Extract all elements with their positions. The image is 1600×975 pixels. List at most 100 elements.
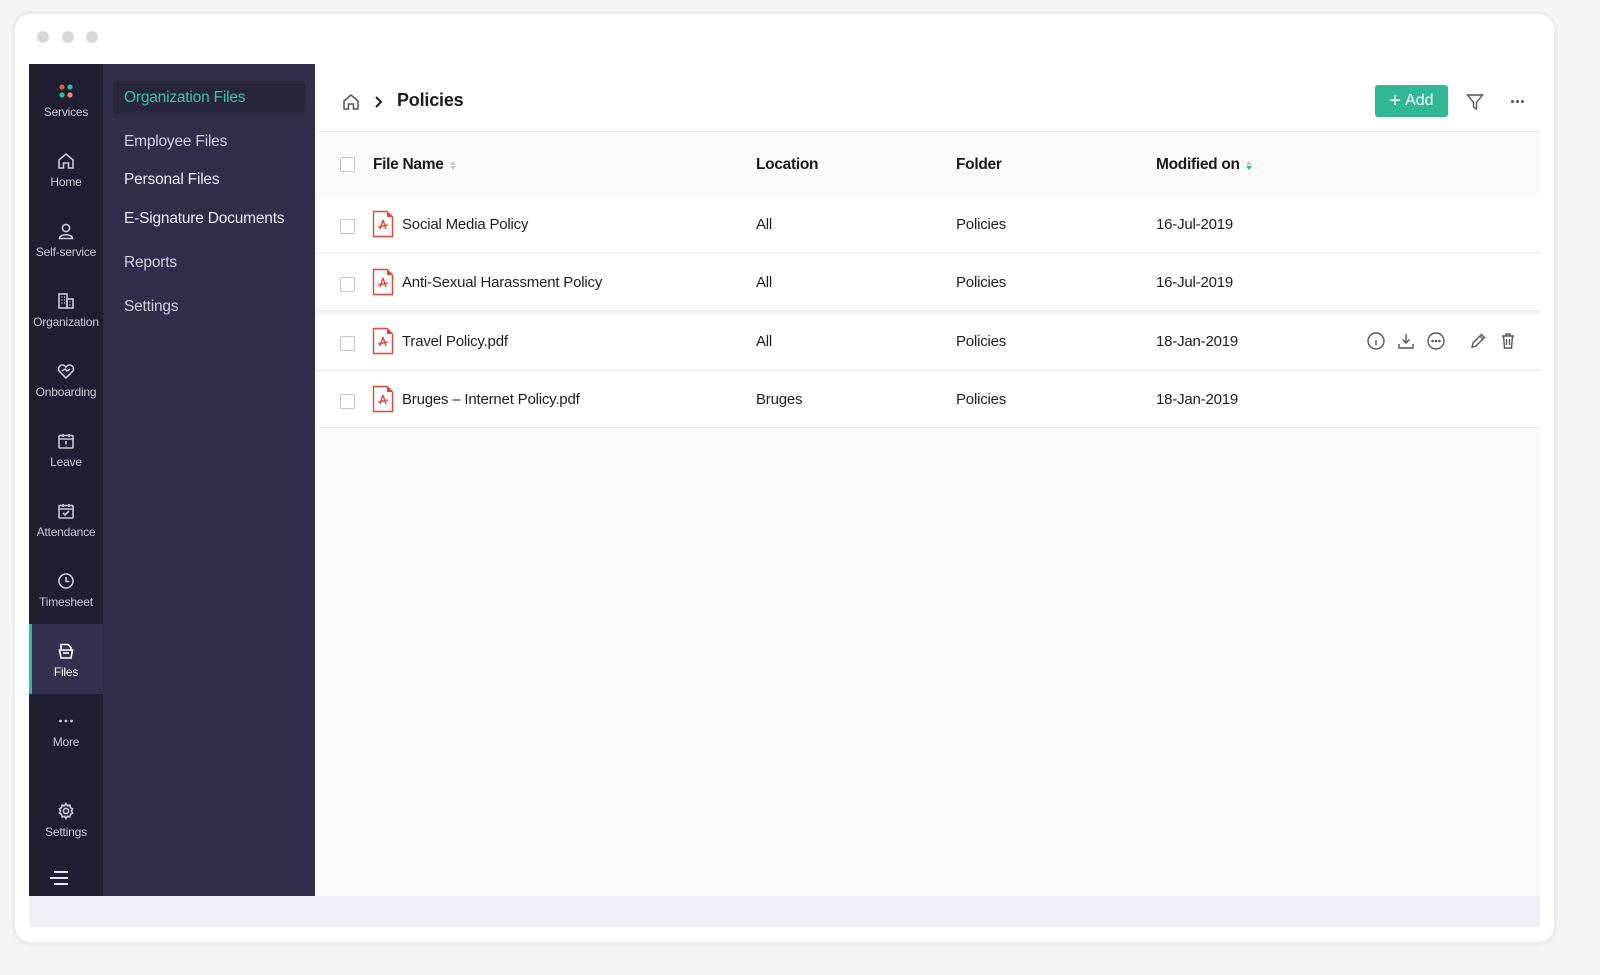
row-checkbox[interactable] — [340, 219, 355, 234]
submenu-item-employee-files[interactable]: Employee Files — [113, 125, 305, 158]
app: Services Home Self-service Organization … — [29, 64, 1540, 927]
handshake-icon — [55, 360, 77, 382]
download-icon[interactable] — [1395, 330, 1417, 352]
rail-label: Files — [53, 664, 79, 679]
rail-item-self-service[interactable]: Self-service — [29, 204, 103, 274]
submenu-item-e-signature-documents[interactable]: E-Signature Documents — [113, 202, 305, 235]
rail-label: Timesheet — [39, 594, 93, 609]
files-submenu: Organization Files Employee Files Person… — [103, 64, 315, 896]
file-name-link[interactable]: Anti-Sexual Harassment Policy — [402, 274, 602, 291]
column-header-folder: Folder — [956, 156, 1002, 174]
submenu-item-personal-files[interactable]: Personal Files — [113, 163, 305, 196]
plus-icon: + — [1389, 90, 1402, 112]
folder-cell: Policies — [956, 274, 1007, 291]
more-dots-icon — [55, 710, 77, 732]
location-cell: All — [756, 333, 773, 350]
row-actions — [1365, 330, 1519, 352]
folder-cell: Policies — [956, 333, 1007, 350]
table-row[interactable]: Anti-Sexual Harassment Policy All Polici… — [315, 255, 1540, 311]
rail-label: Onboarding — [35, 384, 97, 399]
calendar-alert-icon — [55, 430, 77, 452]
add-button-label: Add — [1405, 92, 1434, 109]
folder-cell: Policies — [956, 391, 1007, 408]
info-icon[interactable] — [1365, 330, 1387, 352]
rail-item-leave[interactable]: Leave — [29, 414, 103, 484]
icon-rail: Services Home Self-service Organization … — [29, 64, 103, 896]
table-header: File Name Location Folder Modified on — [315, 132, 1540, 196]
filter-icon[interactable] — [1465, 92, 1485, 112]
sort-icon[interactable] — [1245, 160, 1252, 170]
column-header-modified-on[interactable]: Modified on — [1156, 156, 1252, 174]
column-label: File Name — [373, 156, 444, 173]
window-close-button[interactable] — [37, 31, 49, 43]
location-cell: All — [756, 216, 773, 233]
column-header-file-name[interactable]: File Name — [373, 156, 456, 174]
more-options-icon[interactable] — [1507, 91, 1527, 111]
pdf-file-icon — [372, 210, 394, 238]
services-dots-icon — [55, 80, 77, 102]
home-icon — [55, 150, 77, 172]
file-name-link[interactable]: Travel Policy.pdf — [402, 333, 508, 350]
rail-label: Services — [43, 104, 89, 119]
rail-label: Home — [50, 174, 82, 189]
files-icon — [55, 640, 77, 662]
modified-cell: 16-Jul-2019 — [1156, 216, 1234, 233]
file-name-link[interactable]: Bruges – Internet Policy.pdf — [402, 391, 580, 408]
rail-item-services[interactable]: Services — [29, 64, 103, 134]
table-row[interactable]: Bruges – Internet Policy.pdf Bruges Poli… — [315, 372, 1540, 428]
pdf-file-icon — [372, 268, 394, 296]
hamburger-icon[interactable] — [48, 870, 72, 886]
sort-icon[interactable] — [449, 160, 456, 170]
location-cell: All — [756, 274, 773, 291]
rail-item-home[interactable]: Home — [29, 134, 103, 204]
rail-item-settings[interactable]: Settings — [29, 784, 103, 854]
rail-label: Settings — [45, 824, 87, 839]
building-icon — [55, 290, 77, 312]
main-content: Policies + Add File Name Location Folder — [315, 64, 1540, 896]
rail-label: Attendance — [36, 524, 96, 539]
row-checkbox[interactable] — [340, 277, 355, 292]
file-name-link[interactable]: Social Media Policy — [402, 216, 528, 233]
submenu-item-organization-files[interactable]: Organization Files — [113, 81, 305, 114]
rail-item-attendance[interactable]: Attendance — [29, 484, 103, 554]
rail-label: Self-service — [35, 244, 97, 259]
folder-cell: Policies — [956, 216, 1007, 233]
window-maximize-button[interactable] — [86, 31, 98, 43]
row-checkbox[interactable] — [340, 336, 355, 351]
more-options-icon[interactable] — [1425, 330, 1447, 352]
user-icon — [55, 220, 77, 242]
modified-cell: 18-Jan-2019 — [1156, 333, 1239, 350]
rail-label: Organization — [33, 314, 99, 329]
breadcrumb-chevron-icon — [372, 93, 386, 111]
submenu-item-reports[interactable]: Reports — [113, 246, 305, 279]
toolbar: Policies + Add — [315, 64, 1540, 132]
submenu-item-settings[interactable]: Settings — [113, 290, 305, 323]
breadcrumb-home-icon[interactable] — [341, 92, 361, 112]
calendar-check-icon — [55, 500, 77, 522]
row-checkbox[interactable] — [340, 394, 355, 409]
rail-item-timesheet[interactable]: Timesheet — [29, 554, 103, 624]
gear-icon — [55, 800, 77, 822]
delete-icon[interactable] — [1497, 330, 1519, 352]
modified-cell: 18-Jan-2019 — [1156, 391, 1239, 408]
rail-label: More — [52, 734, 80, 749]
table-row[interactable]: Social Media Policy All Policies 16-Jul-… — [315, 197, 1540, 253]
column-label: Modified on — [1156, 156, 1240, 173]
rail-item-organization[interactable]: Organization — [29, 274, 103, 344]
pdf-file-icon — [372, 327, 394, 355]
window-minimize-button[interactable] — [62, 31, 74, 43]
column-label: Folder — [956, 156, 1002, 173]
clock-icon — [55, 570, 77, 592]
rail-item-files[interactable]: Files — [29, 624, 103, 694]
edit-icon[interactable] — [1467, 330, 1489, 352]
rail-item-more[interactable]: More — [29, 694, 103, 764]
location-cell: Bruges — [756, 391, 803, 408]
table-row[interactable]: Travel Policy.pdf All Policies 18-Jan-20… — [315, 314, 1540, 370]
pdf-file-icon — [372, 385, 394, 413]
rail-item-onboarding[interactable]: Onboarding — [29, 344, 103, 414]
footer-strip — [29, 896, 1540, 927]
column-header-location: Location — [756, 156, 818, 174]
select-all-checkbox[interactable] — [340, 157, 355, 172]
add-button[interactable]: + Add — [1375, 85, 1448, 117]
modified-cell: 16-Jul-2019 — [1156, 274, 1234, 291]
